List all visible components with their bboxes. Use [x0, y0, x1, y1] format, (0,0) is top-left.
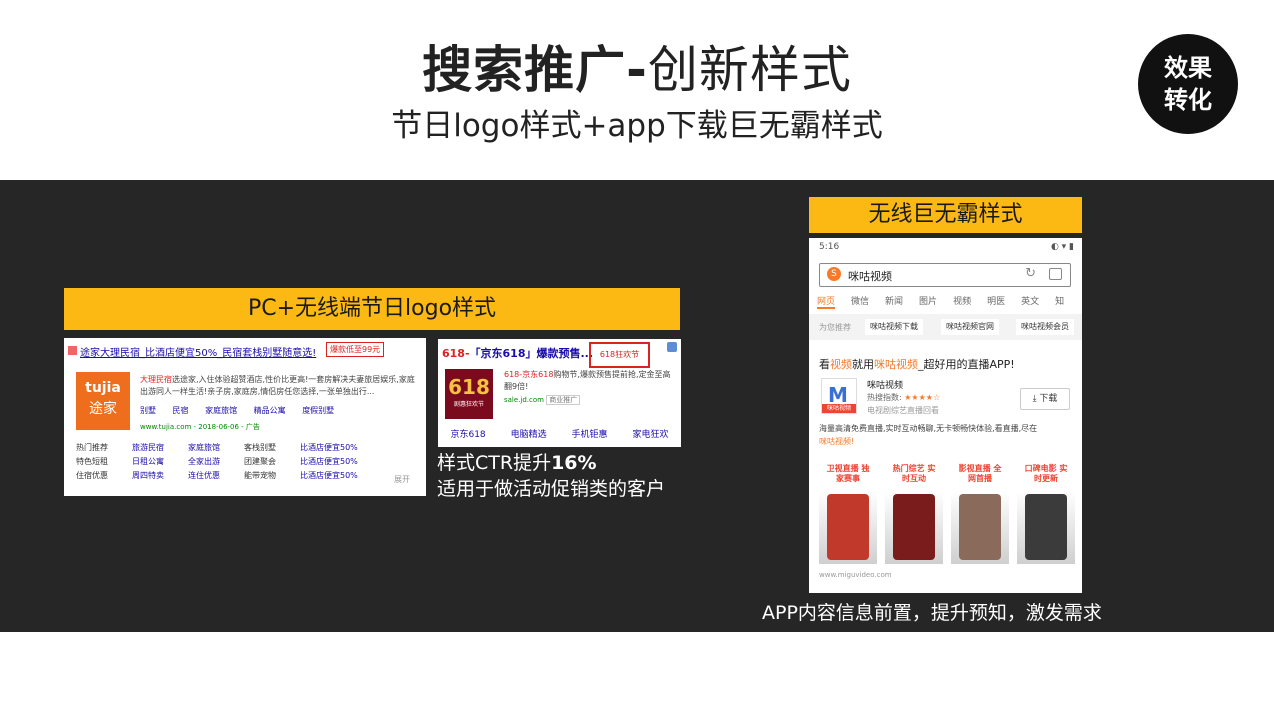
grid-cell: 客栈别墅	[244, 443, 276, 452]
status-icons: ◐ ▾ ▮	[1050, 242, 1074, 252]
jd-ad-festival-tag: 618狂欢节	[589, 342, 650, 368]
tujia-logo-latin: tujia	[85, 380, 121, 396]
sitelink[interactable]: 家庭旅馆	[205, 406, 237, 415]
jd-ad-url: sale.jd.com 商业推广	[504, 395, 581, 405]
download-icon: ⤓	[1032, 394, 1037, 404]
grid-cell: 能带宠物	[244, 471, 276, 480]
camera-icon[interactable]	[1049, 268, 1062, 280]
tujia-ad-link-grid: 热门推荐 旅游民宿 家庭旅馆 客栈别墅 比酒店便宜50% 特色短租 日租公寓 全…	[76, 442, 416, 484]
grid-cell: 特色短租	[76, 457, 108, 466]
grid-row: 住宿优惠 周四特卖 连住优惠 能带宠物 比酒店便宜50%	[76, 470, 416, 484]
grid-cell: 团建聚会	[244, 457, 276, 466]
jd618-ad-screenshot: 618-「京东618」爆款预售... 618狂欢节 618 剧惠狂欢节 618-…	[438, 339, 681, 447]
app-name: 咪咕视频	[867, 381, 904, 391]
app-style-label: 无线巨无霸样式	[809, 197, 1082, 233]
ad-footer-url: www.miguvideo.com	[819, 571, 892, 579]
badge-line2: 转化	[1164, 85, 1212, 114]
app-style-note: APP内容信息前置，提升预知，激发需求	[762, 602, 1102, 624]
sitelink[interactable]: 精品公寓	[254, 406, 286, 415]
jd-ad-sitelinks: 京东618 电脑精选 手机钜惠 家电狂欢	[438, 427, 681, 440]
sitelink[interactable]: 家电狂欢	[633, 427, 669, 440]
sogou-icon: S	[827, 267, 841, 281]
ctr-improvement-text: 样式CTR提升16%	[437, 452, 597, 474]
grid-link[interactable]: 连住优惠	[188, 470, 244, 484]
tab[interactable]: 视频	[953, 294, 971, 309]
app-screenshot[interactable]: 卫视直播 独家赛事	[819, 460, 877, 564]
app-description: 海量高清免费直播,实时互动畅聊,无卡顿畅快体验,看直播,尽在 咪咕视频!	[819, 424, 1038, 446]
shield-icon	[667, 342, 677, 352]
sitelink[interactable]: 电脑精选	[511, 427, 547, 440]
grid-link[interactable]: 旅游民宿	[132, 442, 188, 456]
tujia-ad-header: 途家大理民宿_比酒店便宜50%_民宿套栈别墅随意选! 爆款低至99元	[68, 342, 422, 359]
recommend-label: 为您推荐	[819, 323, 851, 332]
status-bar: 5:16 ◐ ▾ ▮	[819, 242, 1074, 252]
jd618-logo: 618 剧惠狂欢节	[445, 369, 493, 419]
recommend-chip[interactable]: 咪咕视频会员	[1016, 319, 1074, 335]
page-title: 搜索推广-创新样式	[422, 41, 852, 99]
status-time: 5:16	[819, 242, 840, 252]
jd-logo-number: 618	[448, 375, 490, 399]
tujia-logo-chinese: 途家	[89, 401, 117, 417]
expand-toggle[interactable]: 展开	[394, 474, 410, 485]
tab[interactable]: 英文	[1021, 294, 1039, 309]
app-screenshot[interactable]: 热门综艺 实时互动	[885, 460, 943, 564]
tab[interactable]: 明医	[987, 294, 1005, 309]
sitelink[interactable]: 别墅	[140, 406, 156, 415]
search-tabs: 网页 微信 新闻 图片 视频 明医 英文 知	[817, 294, 1082, 309]
grid-link[interactable]: 全家出游	[188, 456, 244, 470]
grid-link[interactable]: 周四特卖	[132, 470, 188, 484]
sitelink[interactable]: 京东618	[450, 427, 485, 440]
grid-cell: 热门推荐	[76, 443, 108, 452]
app-screenshots: 卫视直播 独家赛事 热门综艺 实时互动 影视直播 全网首播 口碑电影 实时更新	[819, 460, 1075, 564]
tujia-ad-description: 大理民宿选途家,入住体验超赞酒店,性价比更高!一套房解决夫妻旅居娱乐,家庭出游同…	[140, 375, 415, 396]
grid-link[interactable]: 日租公寓	[132, 456, 188, 470]
pc-style-note: 适用于做活动促销类的客户	[437, 478, 666, 500]
ad-favicon-icon	[68, 346, 77, 355]
refresh-icon[interactable]: ↻	[1025, 266, 1036, 281]
tujia-ad-title[interactable]: 途家大理民宿_比酒店便宜50%_民宿套栈别墅随意选!	[80, 344, 316, 359]
tujia-ad-screenshot: 途家大理民宿_比酒店便宜50%_民宿套栈别墅随意选! 爆款低至99元 tujia…	[64, 338, 426, 496]
tab[interactable]: 图片	[919, 294, 937, 309]
grid-link[interactable]: 比酒店便宜50%	[300, 470, 400, 484]
sitelink[interactable]: 度假别墅	[302, 406, 334, 415]
tujia-logo: tujia 途家	[76, 372, 130, 430]
tab[interactable]: 微信	[851, 294, 869, 309]
page-subtitle: 节日logo样式+app下载巨无霸样式	[391, 108, 883, 144]
app-hot-index: 热搜指数: ★★★★☆	[867, 393, 941, 402]
grid-row: 特色短租 日租公寓 全家出游 团建聚会 比酒店便宜50%	[76, 456, 416, 470]
jd-logo-caption: 剧惠狂欢节	[453, 401, 484, 408]
tujia-ad-url: www.tujia.com - 2018-06-06 - 广告	[140, 423, 260, 431]
tujia-ad-sitelinks: 别墅 民宿 家庭旅馆 精品公寓 度假别墅	[140, 405, 420, 416]
mobile-search-screenshot: 5:16 ◐ ▾ ▮ S 咪咕视频 ↻ 网页 微信 新闻 图片 视频 明医 英文…	[809, 238, 1082, 593]
app-screenshot[interactable]: 影视直播 全网首播	[951, 460, 1009, 564]
grid-link[interactable]: 家庭旅馆	[188, 442, 244, 456]
app-icon-caption: 咪咕视频	[822, 404, 856, 413]
search-box[interactable]: S 咪咕视频 ↻	[819, 263, 1071, 287]
grid-link[interactable]: 比酒店便宜50%	[300, 442, 400, 456]
search-input[interactable]: 咪咕视频	[848, 268, 892, 284]
app-screenshot[interactable]: 口碑电影 实时更新	[1017, 460, 1075, 564]
badge-line1: 效果	[1164, 53, 1212, 82]
sitelink[interactable]: 民宿	[173, 406, 189, 415]
recommend-chip[interactable]: 咪咕视频官网	[941, 319, 999, 335]
jd-ad-title[interactable]: 618-「京东618」爆款预售...	[442, 345, 593, 361]
tujia-ad-festival-tag: 爆款低至99元	[326, 342, 385, 357]
grid-link[interactable]: 比酒店便宜50%	[300, 456, 400, 470]
effect-conversion-badge: 效果 转化	[1138, 34, 1238, 134]
tab-web[interactable]: 网页	[817, 294, 836, 309]
tab[interactable]: 新闻	[885, 294, 903, 309]
jd-ad-description: 618-京东618购物节,爆款预售提前抢,定金至高翻9倍!	[504, 370, 671, 391]
recommend-chip[interactable]: 咪咕视频下载	[865, 319, 923, 335]
ad-headline[interactable]: 看视频就用咪咕视频_超好用的直播APP!	[819, 356, 1015, 372]
sitelink[interactable]: 手机钜惠	[572, 427, 608, 440]
migu-app-icon[interactable]: M 咪咕视频	[821, 378, 857, 414]
grid-cell: 住宿优惠	[76, 471, 108, 480]
tab[interactable]: 知	[1055, 294, 1064, 309]
recommend-bar: 为您推荐 咪咕视频下载 咪咕视频官网 咪咕视频会员	[809, 314, 1082, 340]
grid-row: 热门推荐 旅游民宿 家庭旅馆 客栈别墅 比酒店便宜50%	[76, 442, 416, 456]
app-category: 电视剧综艺直播回看	[867, 406, 939, 415]
pc-logo-style-label: PC+无线端节日logo样式	[64, 288, 680, 330]
download-button[interactable]: ⤓ 下载	[1020, 388, 1070, 410]
